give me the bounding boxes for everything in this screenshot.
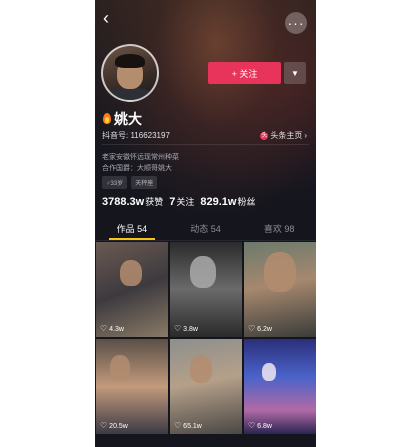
avatar[interactable] xyxy=(101,44,159,102)
video-figure xyxy=(262,363,276,381)
caret-down-icon: ▼ xyxy=(291,68,299,78)
heart-icon: ♡ xyxy=(174,324,182,333)
video-figure xyxy=(264,252,296,292)
stat-likes-label: 获赞 xyxy=(145,197,164,207)
video-thumbnail[interactable]: ♡ 4.3w xyxy=(96,242,168,337)
video-likes: ♡ 6.8w xyxy=(248,422,272,430)
video-likes-count: 4.3w xyxy=(109,325,124,333)
douyin-id: 抖音号: 116623197 xyxy=(102,131,170,140)
toutiao-icon: 头 xyxy=(260,131,269,140)
video-likes: ♡ 6.2w xyxy=(248,325,272,333)
toutiao-link-label: 头条主页 xyxy=(270,131,303,140)
heart-icon: ♡ xyxy=(248,421,256,430)
heart-icon: ♡ xyxy=(248,324,256,333)
heart-icon: ♡ xyxy=(100,324,108,333)
stat-fans[interactable]: 829.1w粉丝 xyxy=(200,195,255,208)
video-likes-count: 65.1w xyxy=(183,422,202,430)
profile-screen: ‹ ··· + 关注 ▼ 姚大 抖音号: 116623197 头 头条主页 › … xyxy=(95,0,316,447)
avatar-shirt xyxy=(107,88,153,100)
video-thumbnail[interactable]: ♡ 6.8w xyxy=(244,339,316,434)
video-grid: ♡ 4.3w ♡ 3.8w ♡ 6.2w ♡ 20.5w ♡ 65.1w ♡ 6… xyxy=(95,242,316,434)
stat-following[interactable]: 7关注 xyxy=(169,195,194,208)
heart-icon: ♡ xyxy=(174,421,182,430)
video-likes: ♡ 20.5w xyxy=(100,422,128,430)
profile-name: 姚大 xyxy=(114,111,142,127)
content-tabs: 作品 54 动态 54 喜欢 98 xyxy=(95,218,316,241)
bio-line-2: 合作国爵：大顺哥姚大 xyxy=(102,165,172,172)
video-figure xyxy=(190,256,216,288)
video-likes: ♡ 3.8w xyxy=(174,325,198,333)
stat-following-number: 7 xyxy=(169,196,176,208)
video-thumbnail[interactable]: ♡ 20.5w xyxy=(96,339,168,434)
tab-posts[interactable]: 动态 54 xyxy=(169,218,243,240)
heart-icon: ♡ xyxy=(100,421,108,430)
follow-button[interactable]: + 关注 xyxy=(208,62,281,84)
more-dots-icon[interactable]: ··· xyxy=(285,12,307,34)
follow-button-label: + 关注 xyxy=(231,68,258,79)
stat-following-label: 关注 xyxy=(176,197,195,207)
toutiao-homepage-link[interactable]: 头 头条主页 › xyxy=(260,130,307,141)
tag-gender-age: ♂33岁 xyxy=(102,176,128,189)
recommend-dropdown-button[interactable]: ▼ xyxy=(284,62,306,84)
bio-line-1: 老家安徽怀远现常州种菜 xyxy=(102,154,179,161)
video-thumbnail[interactable]: ♡ 65.1w xyxy=(170,339,242,434)
back-icon[interactable]: ‹ xyxy=(103,9,119,27)
chevron-right-icon: › xyxy=(304,131,307,140)
video-likes-count: 20.5w xyxy=(109,422,128,430)
tag-zodiac: 天秤座 xyxy=(131,176,158,189)
fire-icon xyxy=(102,112,112,126)
video-figure xyxy=(110,355,130,381)
video-likes-count: 6.8w xyxy=(257,422,272,430)
stat-likes: 3788.3w获赞 xyxy=(102,195,163,208)
stat-fans-label: 粉丝 xyxy=(237,197,256,207)
video-likes-count: 3.8w xyxy=(183,325,198,333)
video-thumbnail[interactable]: ♡ 6.2w xyxy=(244,242,316,337)
stat-fans-number: 829.1w xyxy=(200,196,237,208)
video-figure xyxy=(190,355,212,383)
avatar-hair xyxy=(115,54,145,68)
video-figure xyxy=(120,260,142,286)
profile-tags: ♂33岁 天秤座 xyxy=(102,176,158,189)
video-likes-count: 6.2w xyxy=(257,325,272,333)
tab-works[interactable]: 作品 54 xyxy=(95,218,169,240)
video-thumbnail[interactable]: ♡ 3.8w xyxy=(170,242,242,337)
name-row: 姚大 xyxy=(102,110,142,128)
divider xyxy=(102,144,309,145)
profile-stats: 3788.3w获赞 7关注 829.1w粉丝 xyxy=(102,195,255,208)
stat-likes-number: 3788.3w xyxy=(102,196,145,208)
tab-likes[interactable]: 喜欢 98 xyxy=(242,218,316,240)
video-likes: ♡ 4.3w xyxy=(100,325,124,333)
video-likes: ♡ 65.1w xyxy=(174,422,202,430)
